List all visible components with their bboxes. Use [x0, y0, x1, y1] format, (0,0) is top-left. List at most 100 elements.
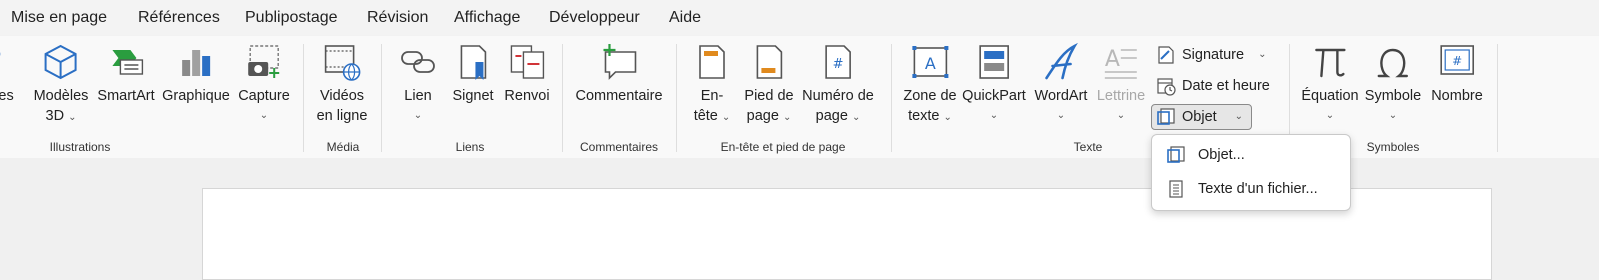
chevron-down-icon: ⌄ — [962, 106, 1026, 126]
chevron-down-icon: ⌄ — [1235, 105, 1243, 129]
group-texte-label: Texte — [1074, 140, 1103, 154]
text-box-icon: A — [910, 42, 950, 82]
renvoi-button[interactable]: Renvoi — [504, 42, 549, 106]
cube-3d-icon — [41, 42, 81, 82]
chevron-down-icon: ⌄ — [398, 106, 438, 126]
symbole-label: Symbole — [1365, 86, 1421, 106]
smartart-button[interactable]: SmartArt — [97, 42, 154, 106]
footer-icon — [749, 42, 789, 82]
objet-button[interactable]: Objet ⌄ — [1151, 104, 1252, 130]
chart-icon — [176, 42, 216, 82]
wordart-icon — [1041, 42, 1081, 82]
capture-label: Capture — [238, 86, 290, 106]
cross-reference-icon — [507, 42, 547, 82]
nombre-label: Nombre — [1431, 86, 1483, 106]
en-label: En- — [692, 86, 732, 106]
pied-de-page-button[interactable]: Pied de page ⌄ — [744, 42, 793, 128]
group-media-label: Média — [327, 140, 360, 154]
header-icon — [692, 42, 732, 82]
calendar-clock-icon — [1156, 76, 1176, 96]
videos-en-ligne-button[interactable]: Vidéos en ligne — [317, 42, 368, 126]
numero-de-label: Numéro de — [802, 86, 874, 106]
modeles-3d-button[interactable]: Modèles 3D ⌄ — [34, 42, 89, 128]
pi-icon — [1310, 42, 1350, 82]
lien-button[interactable]: Lien ⌄ — [398, 42, 438, 126]
lien-label: Lien — [398, 86, 438, 106]
group-separator — [381, 44, 382, 152]
objet-dropdown-menu: Objet... Texte d'un fichier... — [1151, 134, 1351, 211]
svg-text:#: # — [1452, 54, 1462, 68]
menu-item-objet[interactable]: Objet... — [1166, 141, 1245, 169]
videos-label: Vidéos — [317, 86, 368, 106]
chevron-down-icon: ⌄ — [1035, 106, 1088, 126]
page-number-icon: # — [818, 42, 858, 82]
tete-label: tête — [694, 108, 718, 124]
group-separator — [303, 44, 304, 152]
pied-de-page-line2: page ⌄ — [744, 106, 793, 128]
signature-button[interactable]: Signature ⌄ — [1156, 43, 1266, 67]
smartart-label: SmartArt — [97, 86, 154, 106]
menu-mise-en-page[interactable]: Mise en page — [11, 9, 107, 27]
menu-publipostage[interactable]: Publipostage — [245, 9, 338, 27]
equation-label: Équation — [1301, 86, 1358, 106]
menu-item-objet-label: Objet... — [1198, 147, 1245, 163]
numero-de-page-line2: page ⌄ — [802, 106, 874, 128]
modeles-3d-line2: 3D ⌄ — [34, 106, 89, 128]
svg-text:A: A — [925, 54, 936, 73]
graphique-button[interactable]: Graphique — [162, 42, 230, 106]
zone-de-label: Zone de — [903, 86, 956, 106]
online-video-icon — [322, 42, 362, 82]
chevron-down-icon: ⌄ — [722, 112, 730, 123]
commentaire-button[interactable]: Commentaire — [575, 42, 662, 106]
group-separator — [562, 44, 563, 152]
nombre-button[interactable]: # Nombre — [1431, 42, 1483, 106]
graphique-label: Graphique — [162, 86, 230, 106]
equation-button[interactable]: Équation ⌄ — [1301, 42, 1358, 126]
menu-aide[interactable]: Aide — [669, 9, 701, 27]
menu-affichage[interactable]: Affichage — [454, 9, 520, 27]
wordart-label: WordArt — [1035, 86, 1088, 106]
numero-de-page-button[interactable]: # Numéro de page ⌄ — [802, 42, 874, 128]
chevron-down-icon: ⌄ — [1258, 43, 1266, 67]
menu-developpeur[interactable]: Développeur — [549, 9, 640, 27]
chevron-down-icon: ⌄ — [1097, 106, 1145, 126]
object-icon — [1156, 107, 1176, 127]
screenshot-icon — [244, 42, 284, 82]
date-et-heure-label: Date et heure — [1182, 74, 1270, 98]
lettrine-button[interactable]: A Lettrine ⌄ — [1097, 42, 1145, 126]
icons-icon — [0, 42, 12, 82]
group-symboles-label: Symboles — [1367, 140, 1420, 154]
quickpart-button[interactable]: QuickPart ⌄ — [962, 42, 1026, 126]
chevron-down-icon: ⌄ — [1301, 106, 1358, 126]
symbole-button[interactable]: Symbole ⌄ — [1365, 42, 1421, 126]
objet-label: Objet — [1182, 105, 1217, 129]
lettrine-label: Lettrine — [1097, 86, 1145, 106]
svg-text:#: # — [833, 57, 844, 72]
en-tete-button[interactable]: En- tête ⌄ — [692, 42, 732, 128]
bookmark-icon — [453, 42, 493, 82]
modeles-label: Modèles — [34, 86, 89, 106]
object-icon — [1166, 145, 1186, 165]
svg-text:A: A — [1105, 47, 1120, 72]
icones-button[interactable]: ones — [2, 42, 13, 106]
menu-item-texte-fichier-label: Texte d'un fichier... — [1198, 181, 1318, 197]
icones-label: ones — [0, 86, 14, 106]
group-entete-label: En-tête et pied de page — [721, 140, 846, 154]
zone-de-texte-button[interactable]: A Zone de texte ⌄ — [903, 42, 956, 128]
renvoi-label: Renvoi — [504, 86, 549, 106]
menu-revision[interactable]: Révision — [367, 9, 428, 27]
commentaire-label: Commentaire — [575, 86, 662, 106]
date-et-heure-button[interactable]: Date et heure — [1156, 74, 1270, 98]
wordart-button[interactable]: WordArt ⌄ — [1035, 42, 1088, 126]
menu-references[interactable]: Références — [138, 9, 220, 27]
capture-button[interactable]: Capture ⌄ — [238, 42, 290, 126]
signet-button[interactable]: Signet — [452, 42, 493, 106]
group-commentaires-label: Commentaires — [580, 140, 658, 154]
drop-cap-icon: A — [1101, 42, 1141, 82]
number-icon: # — [1437, 42, 1477, 82]
menu-item-texte-fichier[interactable]: Texte d'un fichier... — [1166, 175, 1318, 203]
page-label: page — [816, 108, 848, 124]
chevron-down-icon: ⌄ — [852, 112, 860, 123]
quickpart-label: QuickPart — [962, 86, 1026, 106]
chevron-down-icon: ⌄ — [1365, 106, 1421, 126]
